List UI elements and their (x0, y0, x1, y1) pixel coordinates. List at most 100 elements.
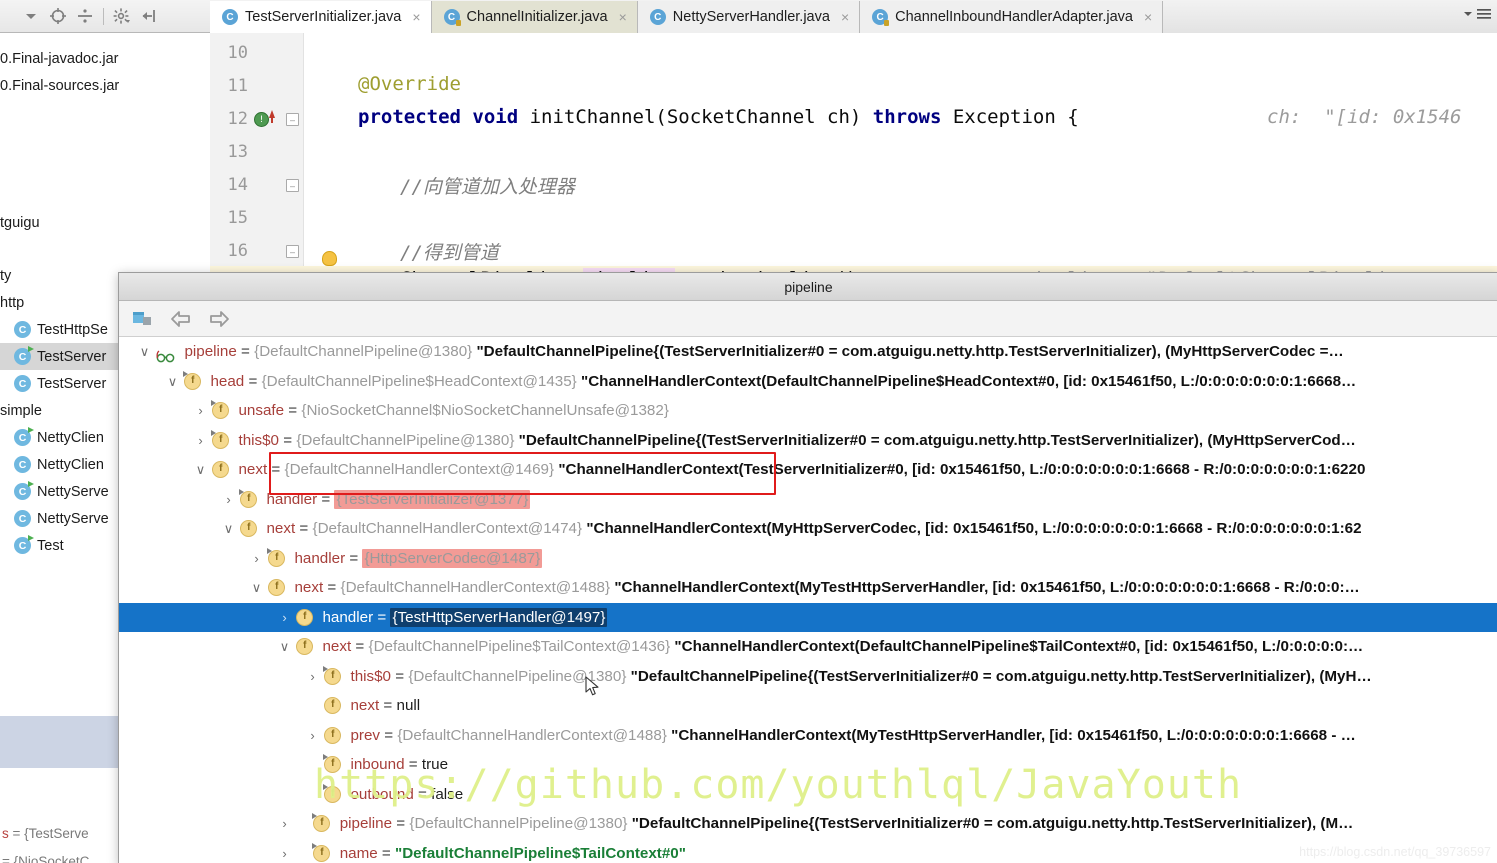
tree-item-atguigu[interactable]: tguigu (0, 209, 210, 236)
editor-tab-bar: C TestServerInitializer.java × C Channel… (210, 0, 1497, 34)
tree-row-next-null[interactable]: › f next = null (119, 691, 1497, 721)
tree-item-label: 0.Final-javadoc.jar (0, 51, 118, 67)
close-icon[interactable]: × (841, 9, 849, 25)
tree-row-next-1469[interactable]: ∨ f next = {DefaultChannelHandlerContext… (119, 455, 1497, 485)
equals: = (295, 520, 312, 537)
debugger-window-toolbar[interactable] (119, 301, 1497, 337)
tree-row-next-1474[interactable]: ∨ f next = {DefaultChannelHandlerContext… (119, 514, 1497, 544)
tree-row-unsafe[interactable]: › f unsafe = {NioSocketChannel$NioSocket… (119, 396, 1497, 426)
chevron-right-icon[interactable]: › (277, 603, 292, 633)
tab-netty-server-handler[interactable]: C NettyServerHandler.java × (638, 1, 860, 33)
equals: = (351, 638, 368, 655)
field-icon: f (324, 727, 341, 744)
tree-row-handler-testhttpserverhandler-selected[interactable]: › f handler = {TestHttpServerHandler@149… (119, 603, 1497, 633)
field-icon: f (324, 697, 341, 714)
chevron-down-icon[interactable]: ∨ (165, 367, 180, 397)
tab-channel-inbound-handler-adapter[interactable]: C ChannelInboundHandlerAdapter.java × (860, 1, 1163, 33)
tree-row-this0-b[interactable]: › f this$0 = {DefaultChannelPipeline@138… (119, 662, 1497, 692)
line-number: 13 (210, 142, 248, 162)
variable-value: "ChannelHandlerContext(DefaultChannelPip… (674, 638, 1363, 655)
debugger-inspect-window[interactable]: pipeline (118, 272, 1497, 863)
variable-value: "ChannelHandlerContext(MyTestHttpServerH… (614, 579, 1359, 596)
close-icon[interactable]: × (412, 9, 420, 25)
tree-row-outbound[interactable]: › f outbound = false (119, 780, 1497, 810)
tree-item-label: ty (0, 268, 11, 284)
variable-name: name (340, 845, 378, 862)
tree-item-partial (0, 33, 210, 45)
forward-arrow-icon[interactable] (207, 307, 231, 331)
variable-name: prev (350, 727, 380, 744)
chevron-right-icon[interactable]: › (277, 809, 292, 839)
tree-row-inbound[interactable]: › f inbound = true (119, 750, 1497, 780)
equals: = (405, 756, 422, 773)
left-variables-strip[interactable]: s = {TestServe = {NioSocketC (0, 768, 118, 863)
tab-channel-initializer[interactable]: C ChannelInitializer.java × (432, 1, 638, 33)
tab-bar-options[interactable] (1462, 8, 1491, 20)
left-variable-row[interactable]: = {NioSocketC (0, 848, 118, 863)
fold-collapse-icon[interactable]: – (286, 113, 299, 126)
divide-icon[interactable] (76, 7, 94, 25)
variable-ref: {DefaultChannelPipeline@1380} (254, 343, 472, 360)
variable-name: pipeline (184, 343, 236, 360)
code-line-11: @Override (358, 73, 461, 95)
tree-item-jar-sources[interactable]: 0.Final-sources.jar (0, 72, 210, 99)
tree-row-this0-a[interactable]: › f this$0 = {DefaultChannelPipeline@138… (119, 426, 1497, 456)
fold-collapse-icon[interactable]: – (286, 179, 299, 192)
collapse-left-icon[interactable] (140, 7, 158, 25)
variable-name: head (210, 373, 244, 390)
tree-row-handler-httpservercodec[interactable]: › f handler = {HttpServerCodec@1487} (119, 544, 1497, 574)
variable-ref-highlighted: {TestServerInitializer@1377} (334, 490, 530, 509)
dropdown-arrow-icon[interactable] (22, 7, 40, 25)
inspect-new-window-icon[interactable] (131, 307, 155, 331)
variable-value: false (431, 786, 463, 803)
variable-name: outbound (350, 786, 413, 803)
left-variable-row[interactable]: s = {TestServe (0, 820, 118, 848)
tab-test-server-initializer[interactable]: C TestServerInitializer.java × (210, 1, 432, 33)
tree-item-jar-javadoc[interactable]: 0.Final-javadoc.jar (0, 45, 210, 72)
settings-gear-icon[interactable] (113, 7, 131, 25)
chevron-right-icon[interactable]: › (193, 396, 208, 426)
equals: = (237, 343, 254, 360)
tree-row-handler-testserverinitializer[interactable]: › f handler = {TestServerInitializer@137… (119, 485, 1497, 515)
chevron-right-icon[interactable]: › (305, 662, 320, 692)
tree-row-head[interactable]: ∨ f head = {DefaultChannelPipeline$HeadC… (119, 367, 1497, 397)
tree-gap-2 (0, 236, 210, 262)
chevron-down-icon[interactable]: ∨ (249, 573, 264, 603)
chevron-right-icon[interactable]: › (221, 485, 236, 515)
fold-collapse-icon[interactable]: – (286, 245, 299, 258)
chevron-right-icon[interactable]: › (249, 544, 264, 574)
close-icon[interactable]: × (1144, 9, 1152, 25)
equals: = (323, 579, 340, 596)
chevron-right-icon[interactable]: › (193, 426, 208, 456)
tree-row-prev[interactable]: › f prev = {DefaultChannelHandlerContext… (119, 721, 1497, 751)
intention-bulb-icon[interactable] (322, 251, 337, 266)
chevron-down-icon[interactable]: ∨ (137, 337, 152, 367)
variable-value: "ChannelHandlerContext(MyHttpServerCodec… (586, 520, 1361, 537)
chevron-right-icon[interactable]: › (277, 839, 292, 863)
chevron-down-icon[interactable]: ∨ (193, 455, 208, 485)
debugger-variable-tree[interactable]: ∨ pipeline = {DefaultChannelPipeline@138… (119, 337, 1497, 863)
tree-row-next-tailcontext[interactable]: ∨ f next = {DefaultChannelPipeline$TailC… (119, 632, 1497, 662)
chevron-right-icon[interactable]: › (305, 721, 320, 751)
tree-row-pipeline-child[interactable]: › f pipeline = {DefaultChannelPipeline@1… (119, 809, 1497, 839)
tree-row-pipeline[interactable]: ∨ pipeline = {DefaultChannelPipeline@138… (119, 337, 1497, 367)
method-override-arrow-icon[interactable] (269, 110, 275, 118)
line-number: 11 (210, 76, 248, 96)
variable-name: next (294, 579, 323, 596)
variable-name: inbound (350, 756, 404, 773)
back-arrow-icon[interactable] (169, 307, 193, 331)
tree-row-next-1488[interactable]: ∨ f next = {DefaultChannelHandlerContext… (119, 573, 1497, 603)
close-icon[interactable]: × (619, 9, 627, 25)
java-class-icon: C (650, 9, 666, 25)
target-icon[interactable] (49, 7, 67, 25)
tree-item-label: TestServer (37, 349, 106, 365)
variable-value: "DefaultChannelPipeline{(TestServerIniti… (519, 432, 1356, 449)
tree-row-name[interactable]: › f name = "DefaultChannelPipeline$TailC… (119, 839, 1497, 863)
code-line-16: //得到管道 (400, 238, 499, 265)
chevron-down-icon[interactable]: ∨ (221, 514, 236, 544)
tree-item-label: tguigu (0, 215, 40, 231)
variable-ref: {DefaultChannelHandlerContext@1469} (285, 461, 555, 478)
chevron-down-icon[interactable]: ∨ (277, 632, 292, 662)
tab-label: NettyServerHandler.java (673, 9, 830, 25)
breakpoint-icon[interactable]: ! (254, 112, 269, 127)
